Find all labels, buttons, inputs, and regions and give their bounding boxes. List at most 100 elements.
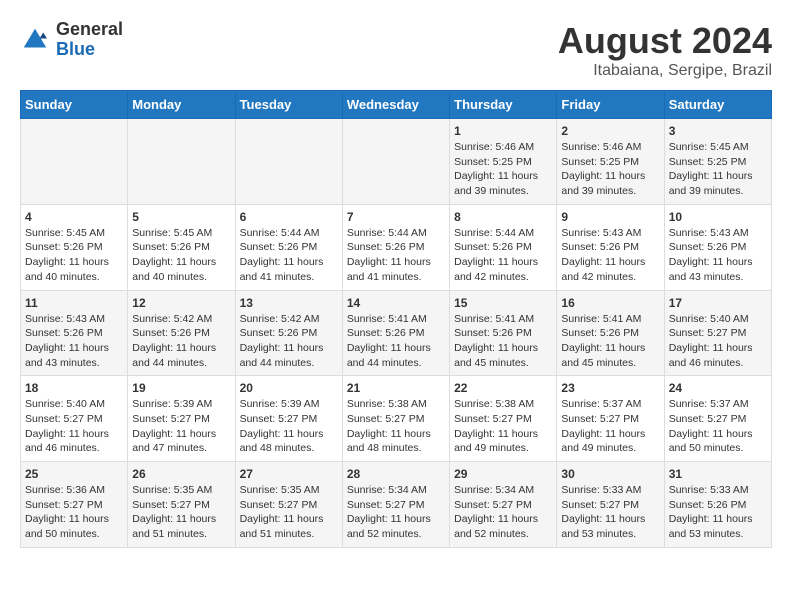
day-info: Sunrise: 5:41 AM Sunset: 5:26 PM Dayligh… bbox=[454, 312, 552, 371]
month-year-title: August 2024 bbox=[558, 20, 772, 62]
day-number: 24 bbox=[669, 381, 767, 395]
day-number: 21 bbox=[347, 381, 445, 395]
logo-general: General bbox=[56, 20, 123, 40]
calendar-cell: 9 Sunrise: 5:43 AM Sunset: 5:26 PM Daylig… bbox=[557, 204, 664, 290]
day-number: 9 bbox=[561, 210, 659, 224]
calendar-row-4: 25 Sunrise: 5:36 AM Sunset: 5:27 PM Dayli… bbox=[21, 462, 772, 548]
day-info: Sunrise: 5:40 AM Sunset: 5:27 PM Dayligh… bbox=[25, 397, 123, 456]
calendar-cell: 26 Sunrise: 5:35 AM Sunset: 5:27 PM Dayli… bbox=[128, 462, 235, 548]
day-info: Sunrise: 5:37 AM Sunset: 5:27 PM Dayligh… bbox=[669, 397, 767, 456]
calendar-cell: 16 Sunrise: 5:41 AM Sunset: 5:26 PM Dayli… bbox=[557, 290, 664, 376]
day-number: 3 bbox=[669, 124, 767, 138]
day-number: 6 bbox=[240, 210, 338, 224]
day-number: 30 bbox=[561, 467, 659, 481]
title-block: August 2024 Itabaiana, Sergipe, Brazil bbox=[558, 20, 772, 80]
day-info: Sunrise: 5:44 AM Sunset: 5:26 PM Dayligh… bbox=[454, 226, 552, 285]
calendar-header: SundayMondayTuesdayWednesdayThursdayFrid… bbox=[21, 91, 772, 119]
day-info: Sunrise: 5:43 AM Sunset: 5:26 PM Dayligh… bbox=[25, 312, 123, 371]
logo-blue: Blue bbox=[56, 40, 123, 60]
calendar-cell: 28Sunrise: 5:34 AM Sunset: 5:27 PM Dayli… bbox=[342, 462, 449, 548]
day-number: 20 bbox=[240, 381, 338, 395]
calendar-row-3: 18 Sunrise: 5:40 AM Sunset: 5:27 PM Dayli… bbox=[21, 376, 772, 462]
day-info: Sunrise: 5:44 AM Sunset: 5:26 PM Dayligh… bbox=[347, 226, 445, 285]
day-number: 19 bbox=[132, 381, 230, 395]
header-cell-thursday: Thursday bbox=[450, 91, 557, 119]
calendar-cell: 21 Sunrise: 5:38 AM Sunset: 5:27 PM Dayli… bbox=[342, 376, 449, 462]
day-info: Sunrise: 5:45 AM Sunset: 5:25 PM Dayligh… bbox=[669, 140, 767, 199]
calendar-cell: 31 Sunrise: 5:33 AM Sunset: 5:26 PM Dayli… bbox=[664, 462, 771, 548]
day-info: Sunrise: 5:36 AM Sunset: 5:27 PM Dayligh… bbox=[25, 483, 123, 542]
calendar-cell bbox=[21, 119, 128, 205]
calendar-cell: 22Sunrise: 5:38 AM Sunset: 5:27 PM Dayli… bbox=[450, 376, 557, 462]
day-info: Sunrise: 5:40 AM Sunset: 5:27 PM Dayligh… bbox=[669, 312, 767, 371]
calendar-cell: 8 Sunrise: 5:44 AM Sunset: 5:26 PM Daylig… bbox=[450, 204, 557, 290]
calendar-cell bbox=[128, 119, 235, 205]
day-number: 29 bbox=[454, 467, 552, 481]
calendar-cell: 18 Sunrise: 5:40 AM Sunset: 5:27 PM Dayli… bbox=[21, 376, 128, 462]
day-info: Sunrise: 5:44 AM Sunset: 5:26 PM Dayligh… bbox=[240, 226, 338, 285]
calendar-row-2: 11 Sunrise: 5:43 AM Sunset: 5:26 PM Dayli… bbox=[21, 290, 772, 376]
header-cell-tuesday: Tuesday bbox=[235, 91, 342, 119]
day-number: 1 bbox=[454, 124, 552, 138]
day-number: 12 bbox=[132, 296, 230, 310]
day-info: Sunrise: 5:45 AM Sunset: 5:26 PM Dayligh… bbox=[25, 226, 123, 285]
day-number: 31 bbox=[669, 467, 767, 481]
day-number: 5 bbox=[132, 210, 230, 224]
header-cell-saturday: Saturday bbox=[664, 91, 771, 119]
calendar-row-0: 1 Sunrise: 5:46 AM Sunset: 5:25 PM Daylig… bbox=[21, 119, 772, 205]
logo: General Blue bbox=[20, 20, 123, 60]
day-info: Sunrise: 5:41 AM Sunset: 5:26 PM Dayligh… bbox=[347, 312, 445, 371]
header-cell-wednesday: Wednesday bbox=[342, 91, 449, 119]
day-number: 17 bbox=[669, 296, 767, 310]
day-number: 26 bbox=[132, 467, 230, 481]
day-info: Sunrise: 5:41 AM Sunset: 5:26 PM Dayligh… bbox=[561, 312, 659, 371]
day-number: 10 bbox=[669, 210, 767, 224]
calendar-cell: 25 Sunrise: 5:36 AM Sunset: 5:27 PM Dayli… bbox=[21, 462, 128, 548]
logo-icon bbox=[20, 25, 50, 55]
calendar-cell: 19Sunrise: 5:39 AM Sunset: 5:27 PM Dayli… bbox=[128, 376, 235, 462]
calendar-body: 1 Sunrise: 5:46 AM Sunset: 5:25 PM Daylig… bbox=[21, 119, 772, 548]
calendar-cell: 24 Sunrise: 5:37 AM Sunset: 5:27 PM Dayli… bbox=[664, 376, 771, 462]
calendar-cell: 14 Sunrise: 5:41 AM Sunset: 5:26 PM Dayli… bbox=[342, 290, 449, 376]
header-row: SundayMondayTuesdayWednesdayThursdayFrid… bbox=[21, 91, 772, 119]
day-number: 14 bbox=[347, 296, 445, 310]
day-number: 18 bbox=[25, 381, 123, 395]
header-cell-friday: Friday bbox=[557, 91, 664, 119]
location-subtitle: Itabaiana, Sergipe, Brazil bbox=[558, 62, 772, 80]
day-info: Sunrise: 5:43 AM Sunset: 5:26 PM Dayligh… bbox=[561, 226, 659, 285]
day-number: 11 bbox=[25, 296, 123, 310]
day-number: 16 bbox=[561, 296, 659, 310]
day-info: Sunrise: 5:46 AM Sunset: 5:25 PM Dayligh… bbox=[454, 140, 552, 199]
calendar-cell: 13Sunrise: 5:42 AM Sunset: 5:26 PM Dayli… bbox=[235, 290, 342, 376]
day-info: Sunrise: 5:39 AM Sunset: 5:27 PM Dayligh… bbox=[240, 397, 338, 456]
day-number: 13 bbox=[240, 296, 338, 310]
header-cell-sunday: Sunday bbox=[21, 91, 128, 119]
day-info: Sunrise: 5:45 AM Sunset: 5:26 PM Dayligh… bbox=[132, 226, 230, 285]
day-info: Sunrise: 5:46 AM Sunset: 5:25 PM Dayligh… bbox=[561, 140, 659, 199]
calendar-cell: 1 Sunrise: 5:46 AM Sunset: 5:25 PM Daylig… bbox=[450, 119, 557, 205]
calendar-cell: 4Sunrise: 5:45 AM Sunset: 5:26 PM Daylig… bbox=[21, 204, 128, 290]
calendar-cell: 7Sunrise: 5:44 AM Sunset: 5:26 PM Daylig… bbox=[342, 204, 449, 290]
calendar-cell: 12Sunrise: 5:42 AM Sunset: 5:26 PM Dayli… bbox=[128, 290, 235, 376]
day-info: Sunrise: 5:34 AM Sunset: 5:27 PM Dayligh… bbox=[347, 483, 445, 542]
calendar-cell: 11 Sunrise: 5:43 AM Sunset: 5:26 PM Dayli… bbox=[21, 290, 128, 376]
day-number: 15 bbox=[454, 296, 552, 310]
day-info: Sunrise: 5:33 AM Sunset: 5:27 PM Dayligh… bbox=[561, 483, 659, 542]
calendar-cell: 15 Sunrise: 5:41 AM Sunset: 5:26 PM Dayli… bbox=[450, 290, 557, 376]
day-number: 25 bbox=[25, 467, 123, 481]
calendar-cell: 23Sunrise: 5:37 AM Sunset: 5:27 PM Dayli… bbox=[557, 376, 664, 462]
calendar-table: SundayMondayTuesdayWednesdayThursdayFrid… bbox=[20, 90, 772, 548]
calendar-cell: 10Sunrise: 5:43 AM Sunset: 5:26 PM Dayli… bbox=[664, 204, 771, 290]
day-number: 2 bbox=[561, 124, 659, 138]
day-info: Sunrise: 5:38 AM Sunset: 5:27 PM Dayligh… bbox=[347, 397, 445, 456]
day-info: Sunrise: 5:34 AM Sunset: 5:27 PM Dayligh… bbox=[454, 483, 552, 542]
day-number: 8 bbox=[454, 210, 552, 224]
day-number: 27 bbox=[240, 467, 338, 481]
day-info: Sunrise: 5:35 AM Sunset: 5:27 PM Dayligh… bbox=[240, 483, 338, 542]
calendar-cell: 5 Sunrise: 5:45 AM Sunset: 5:26 PM Daylig… bbox=[128, 204, 235, 290]
day-info: Sunrise: 5:33 AM Sunset: 5:26 PM Dayligh… bbox=[669, 483, 767, 542]
calendar-cell: 30 Sunrise: 5:33 AM Sunset: 5:27 PM Dayli… bbox=[557, 462, 664, 548]
calendar-cell bbox=[235, 119, 342, 205]
day-info: Sunrise: 5:37 AM Sunset: 5:27 PM Dayligh… bbox=[561, 397, 659, 456]
day-info: Sunrise: 5:35 AM Sunset: 5:27 PM Dayligh… bbox=[132, 483, 230, 542]
